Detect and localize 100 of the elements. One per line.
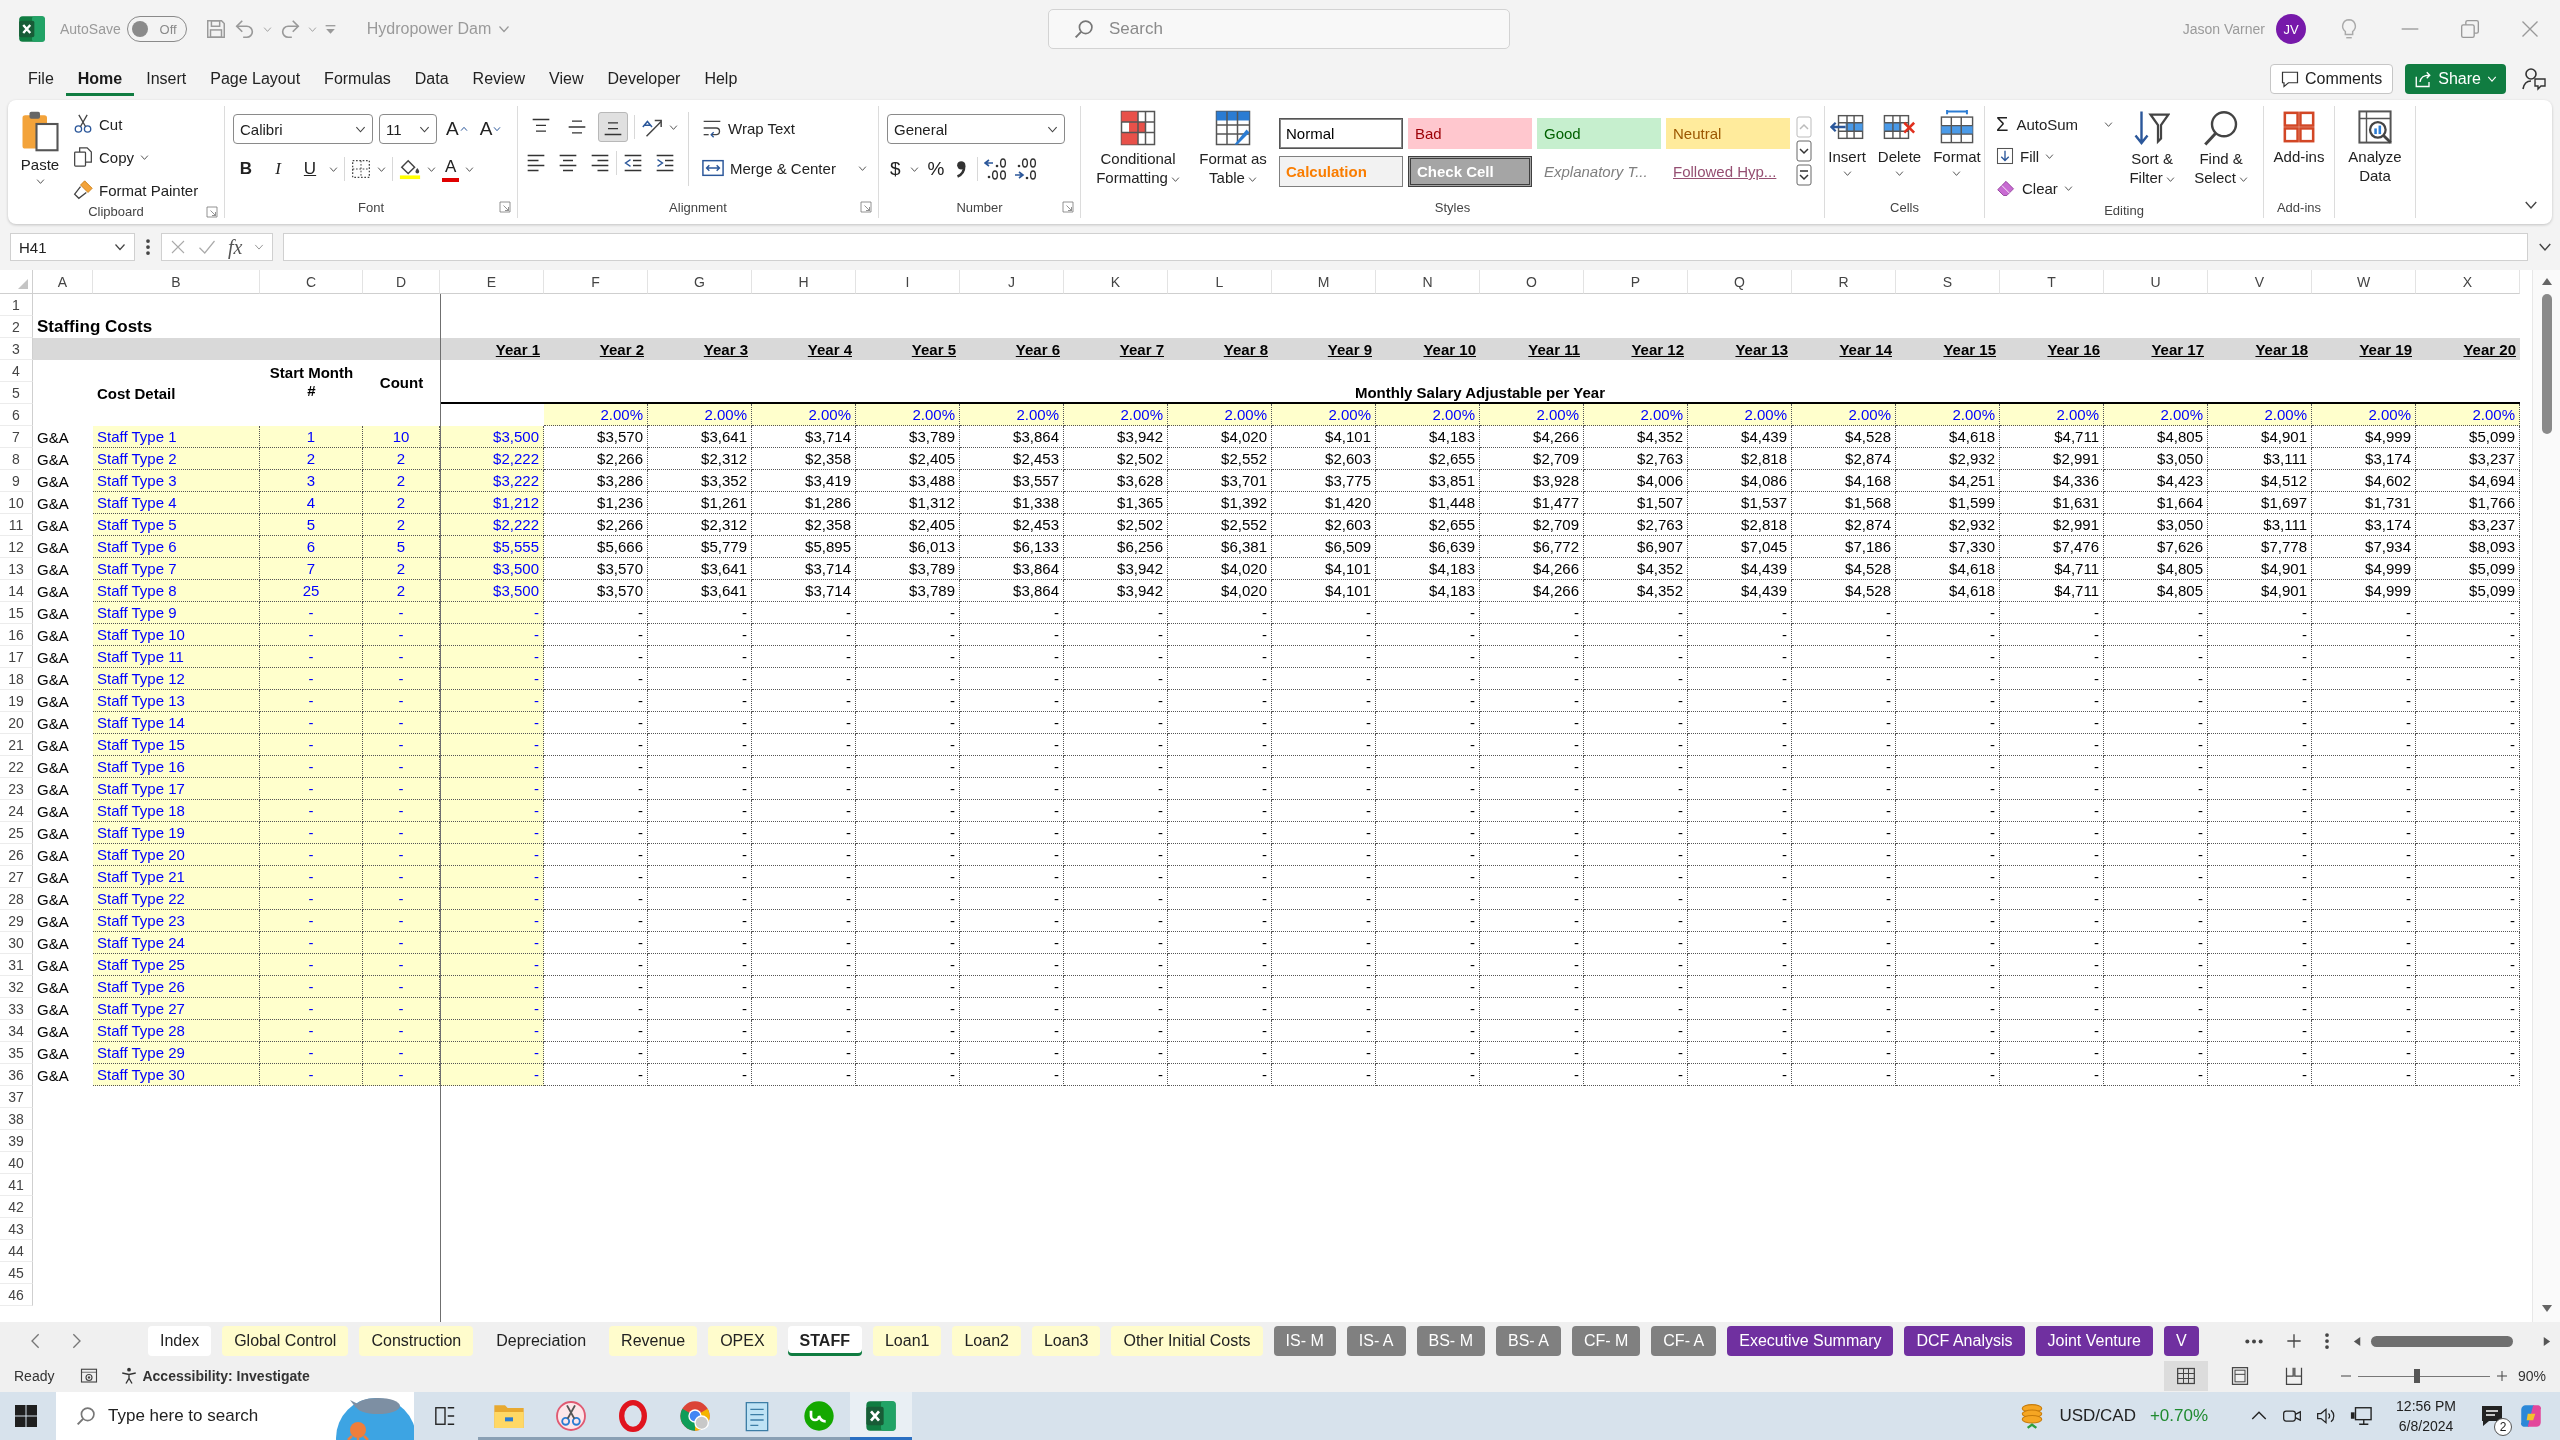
row-header[interactable]: 32 [0, 976, 33, 998]
shrink-font-button[interactable]: A [476, 115, 505, 143]
sheet-tab[interactable]: BS- M [1416, 1326, 1485, 1356]
row-header[interactable]: 20 [0, 712, 33, 734]
row-header[interactable]: 33 [0, 998, 33, 1020]
row-header[interactable]: 31 [0, 954, 33, 976]
format-as-table-button[interactable]: Format as Table [1193, 108, 1273, 189]
increase-decimal-icon[interactable] [984, 157, 1009, 181]
column-header[interactable]: J [960, 270, 1064, 294]
insert-function-button[interactable]: fx [228, 235, 243, 259]
sheet-tab[interactable]: Loan3 [1031, 1326, 1101, 1356]
column-header[interactable]: N [1376, 270, 1480, 294]
sheet-tab[interactable]: CF- M [1571, 1326, 1641, 1356]
menu-tab[interactable]: File [16, 62, 66, 96]
cell-style-option[interactable]: Neutral [1666, 118, 1790, 149]
user-avatar[interactable]: JV [2276, 14, 2306, 44]
row-header[interactable]: 18 [0, 668, 33, 690]
row-header[interactable]: 42 [0, 1196, 33, 1218]
dialog-launcher-icon[interactable] [1062, 201, 1074, 213]
row-header[interactable]: 40 [0, 1152, 33, 1174]
row-header[interactable]: 22 [0, 756, 33, 778]
row-header[interactable]: 7 [0, 426, 33, 448]
taskbar-search-box[interactable]: Type here to search [56, 1392, 414, 1440]
column-header[interactable]: G [648, 270, 752, 294]
column-header[interactable]: E [440, 270, 544, 294]
monitor-icon[interactable] [2350, 1405, 2373, 1427]
accessibility-button[interactable]: Accessibility: Investigate [120, 1367, 310, 1385]
row-header[interactable]: 16 [0, 624, 33, 646]
vertical-align-button[interactable] [598, 112, 628, 142]
row-header[interactable]: 9 [0, 470, 33, 492]
grow-font-button[interactable]: A [443, 115, 471, 143]
find-select-button[interactable]: Find & Select [2188, 108, 2255, 189]
customize-icon[interactable] [323, 22, 337, 36]
cell-style-option[interactable]: Followed Hyp... [1666, 156, 1790, 187]
sheet-tab[interactable]: IS- A [1346, 1326, 1406, 1356]
align-left-icon[interactable] [526, 153, 546, 173]
row-header[interactable]: 26 [0, 844, 33, 866]
column-header[interactable]: U [2104, 270, 2208, 294]
menu-tab[interactable]: Home [65, 62, 135, 96]
taskbar-search-field[interactable]: Type here to search [96, 1392, 318, 1440]
column-header[interactable]: Q [1688, 270, 1792, 294]
row-header[interactable]: 45 [0, 1262, 33, 1284]
cell-style-option[interactable]: Explanatory T... [1537, 156, 1661, 187]
sheet-tab[interactable]: Construction [359, 1326, 474, 1356]
row-header[interactable]: 14 [0, 580, 33, 602]
sheet-tab[interactable]: Global Control [222, 1326, 349, 1356]
row-header[interactable]: 5 [0, 382, 33, 404]
row-header[interactable]: 12 [0, 536, 33, 558]
formula-input[interactable] [283, 233, 2528, 261]
sheet-tab[interactable]: Index [148, 1326, 212, 1356]
currency-button[interactable]: $ [887, 155, 904, 183]
row-header[interactable]: 29 [0, 910, 33, 932]
copy-button[interactable]: Copy [70, 143, 202, 171]
column-header[interactable]: X [2416, 270, 2520, 294]
speaker-icon[interactable] [2316, 1406, 2337, 1426]
row-header[interactable]: 34 [0, 1020, 33, 1042]
fill-color-icon[interactable] [399, 158, 421, 180]
row-header[interactable]: 8 [0, 448, 33, 470]
taskbar-app-button[interactable] [850, 1392, 912, 1440]
column-header[interactable]: L [1168, 270, 1272, 294]
sort-filter-button[interactable]: Sort & Filter [2122, 108, 2183, 189]
menu-tab[interactable]: Data [402, 62, 461, 96]
row-header[interactable]: 19 [0, 690, 33, 712]
row-header[interactable]: 38 [0, 1108, 33, 1130]
search-field[interactable]: Search [1048, 9, 1510, 49]
windows-start-icon[interactable] [14, 1404, 38, 1428]
column-header[interactable]: P [1584, 270, 1688, 294]
analyze-data-button[interactable]: Analyze Data [2342, 108, 2408, 187]
menu-tab[interactable]: Insert [134, 62, 199, 96]
decrease-indent-icon[interactable] [623, 153, 643, 173]
bold-button[interactable]: B [233, 155, 259, 183]
conditional-formatting-button[interactable]: Conditional Formatting [1089, 108, 1187, 189]
fill-button[interactable]: Fill [1993, 142, 2117, 170]
cell-style-option[interactable]: Normal [1279, 118, 1403, 149]
row-header[interactable]: 10 [0, 492, 33, 514]
sheet-tab[interactable]: Executive Summary [1727, 1326, 1894, 1356]
menu-tab[interactable]: Formulas [312, 62, 403, 96]
sheet-tab[interactable]: Loan1 [872, 1326, 942, 1356]
cell-style-option[interactable]: Good [1537, 118, 1661, 149]
delete-cells-button[interactable]: Delete [1874, 108, 1925, 180]
dialog-launcher-icon[interactable] [499, 201, 511, 213]
undo-icon[interactable] [233, 18, 256, 40]
column-header[interactable]: F [544, 270, 648, 294]
save-icon[interactable] [204, 18, 227, 40]
row-header[interactable]: 24 [0, 800, 33, 822]
wrap-text-button[interactable]: Wrap Text [699, 114, 870, 142]
column-header[interactable]: V [2208, 270, 2312, 294]
column-header[interactable]: M [1272, 270, 1376, 294]
zoom-slider-thumb[interactable] [2414, 1369, 2421, 1383]
sheet-tab[interactable]: DCF Analysis [1904, 1326, 2025, 1356]
scroll-up-icon[interactable] [2540, 276, 2553, 288]
format-painter-button[interactable]: Format Painter [70, 176, 202, 204]
font-name-dropdown[interactable]: Calibri [233, 114, 373, 144]
column-header[interactable]: K [1064, 270, 1168, 294]
column-header[interactable]: B [93, 270, 260, 294]
menu-tab[interactable]: Page Layout [198, 62, 313, 96]
person-feedback-icon[interactable] [2522, 67, 2546, 91]
row-header[interactable]: 35 [0, 1042, 33, 1064]
sheet-tab[interactable]: V [2163, 1326, 2199, 1356]
sheet-tab[interactable]: Other Initial Costs [1111, 1326, 1263, 1356]
